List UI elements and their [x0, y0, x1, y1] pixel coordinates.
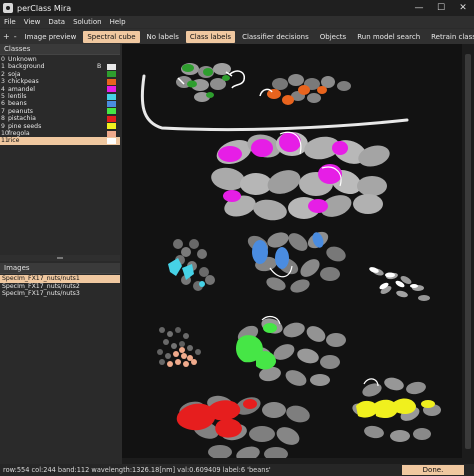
vertical-scrollbar-thumb[interactable]: [465, 54, 471, 449]
done-button[interactable]: Done.: [402, 465, 464, 475]
panel-splitter-handle[interactable]: [0, 255, 120, 261]
window-controls: — ☐ ✕: [408, 0, 474, 16]
menu-bar: File View Data Solution Help: [0, 16, 474, 28]
class-color-swatch[interactable]: [107, 86, 116, 93]
class-list: 0 Unknown 1 background B 2 soja 3 chickpeas 4 aman…: [0, 56, 120, 256]
class-item-lentils[interactable]: 5 lentils: [0, 93, 120, 100]
class-name: peanuts: [8, 107, 34, 115]
retrain-classifier-button[interactable]: Retrain classifier: [427, 31, 474, 43]
menu-solution[interactable]: Solution: [73, 18, 102, 26]
window-title: perClass Mira: [17, 3, 72, 13]
class-color-swatch[interactable]: [107, 78, 116, 85]
spectral-cube-button[interactable]: Spectral cube: [83, 30, 140, 43]
class-item-pistachia[interactable]: 8 pistachia: [0, 115, 120, 122]
class-number: 1: [1, 63, 5, 71]
left-panel: Classes 0 Unknown 1 background B 2 soja 3 chickp…: [0, 44, 120, 464]
class-color-swatch[interactable]: [107, 71, 116, 78]
class-item-unknown[interactable]: 0 Unknown: [0, 56, 120, 63]
class-labels-button[interactable]: Class labels: [185, 30, 236, 43]
class-color-swatch[interactable]: [107, 101, 116, 108]
class-number: 9: [1, 122, 5, 130]
class-number: 6: [1, 100, 5, 108]
status-readout: row:554 col:244 band:112 wavelength:1326…: [3, 466, 271, 474]
image-list: SpecIm_FX17_nuts/nuts1 SpecIm_FX17_nuts/n…: [0, 275, 120, 298]
class-name: pine seeds: [8, 122, 42, 130]
class-number: 2: [1, 70, 5, 78]
class-item-fregola[interactable]: 10 fregola: [0, 130, 120, 137]
class-name: pistachia: [8, 115, 36, 123]
class-number: 4: [1, 85, 5, 93]
image-item[interactable]: SpecIm_FX17_nuts/nuts3: [0, 290, 120, 298]
class-name: Unknown: [8, 56, 37, 63]
image-item[interactable]: SpecIm_FX17_nuts/nuts2: [0, 283, 120, 291]
class-item-rice[interactable]: 11 rice: [0, 137, 120, 145]
class-number: 10: [1, 129, 9, 137]
class-item-chickpeas[interactable]: 3 chickpeas: [0, 78, 120, 85]
class-name: rice: [8, 137, 20, 145]
image-canvas[interactable]: [122, 44, 462, 464]
classes-header: Classes: [0, 44, 120, 55]
class-item-beans[interactable]: 6 beans: [0, 100, 120, 107]
menu-help[interactable]: Help: [110, 18, 126, 26]
title-bar: perClass Mira — ☐ ✕: [0, 0, 474, 16]
class-color-swatch[interactable]: [107, 123, 116, 130]
class-name: amandel: [8, 85, 35, 93]
class-name: fregola: [8, 129, 30, 137]
toolbar: + - Image preview Spectral cube No label…: [0, 29, 474, 44]
class-number: 8: [1, 115, 5, 123]
no-labels-button[interactable]: No labels: [143, 31, 183, 43]
menu-file[interactable]: File: [4, 18, 16, 26]
class-color-swatch[interactable]: [107, 137, 116, 144]
class-number: 11: [1, 137, 9, 145]
classifier-decisions-button[interactable]: Classifier decisions: [238, 31, 313, 43]
class-name: chickpeas: [8, 78, 39, 86]
class-shortcut-key: B: [97, 63, 102, 71]
class-item-pine-seeds[interactable]: 9 pine seeds: [0, 123, 120, 130]
class-name: background: [8, 63, 45, 71]
remove-icon[interactable]: -: [14, 32, 17, 41]
class-color-swatch[interactable]: [107, 93, 116, 100]
class-name: soja: [8, 70, 21, 78]
class-color-swatch[interactable]: [107, 108, 116, 115]
class-item-amandel[interactable]: 4 amandel: [0, 86, 120, 93]
class-name: beans: [8, 100, 27, 108]
class-color-swatch[interactable]: [107, 57, 116, 63]
class-item-background[interactable]: 1 background B: [0, 63, 120, 70]
class-item-soja[interactable]: 2 soja: [0, 71, 120, 78]
class-name: lentils: [8, 92, 27, 100]
app-logo-icon: [3, 3, 13, 13]
image-preview-button[interactable]: Image preview: [21, 31, 81, 43]
spectral-image-viewer[interactable]: [122, 44, 462, 464]
images-panel: Images: [0, 263, 120, 274]
minimize-button[interactable]: —: [408, 0, 430, 16]
image-item[interactable]: SpecIm_FX17_nuts/nuts1: [0, 275, 120, 283]
class-color-swatch[interactable]: [107, 64, 116, 71]
maximize-button[interactable]: ☐: [430, 0, 452, 16]
class-number: 7: [1, 107, 5, 115]
class-number: 5: [1, 92, 5, 100]
class-number: 0: [1, 56, 5, 63]
menu-data[interactable]: Data: [48, 18, 65, 26]
close-button[interactable]: ✕: [452, 0, 474, 16]
vertical-scrollbar[interactable]: [462, 44, 474, 464]
class-number: 3: [1, 78, 5, 86]
add-icon[interactable]: +: [3, 32, 10, 41]
class-color-swatch[interactable]: [107, 130, 116, 137]
run-model-search-button[interactable]: Run model search: [353, 31, 424, 43]
class-color-swatch[interactable]: [107, 115, 116, 122]
status-bar: row:554 col:244 band:112 wavelength:1326…: [0, 464, 474, 476]
images-header: Images: [0, 263, 120, 274]
objects-button[interactable]: Objects: [316, 31, 350, 43]
class-item-peanuts[interactable]: 7 peanuts: [0, 108, 120, 115]
menu-view[interactable]: View: [24, 18, 41, 26]
